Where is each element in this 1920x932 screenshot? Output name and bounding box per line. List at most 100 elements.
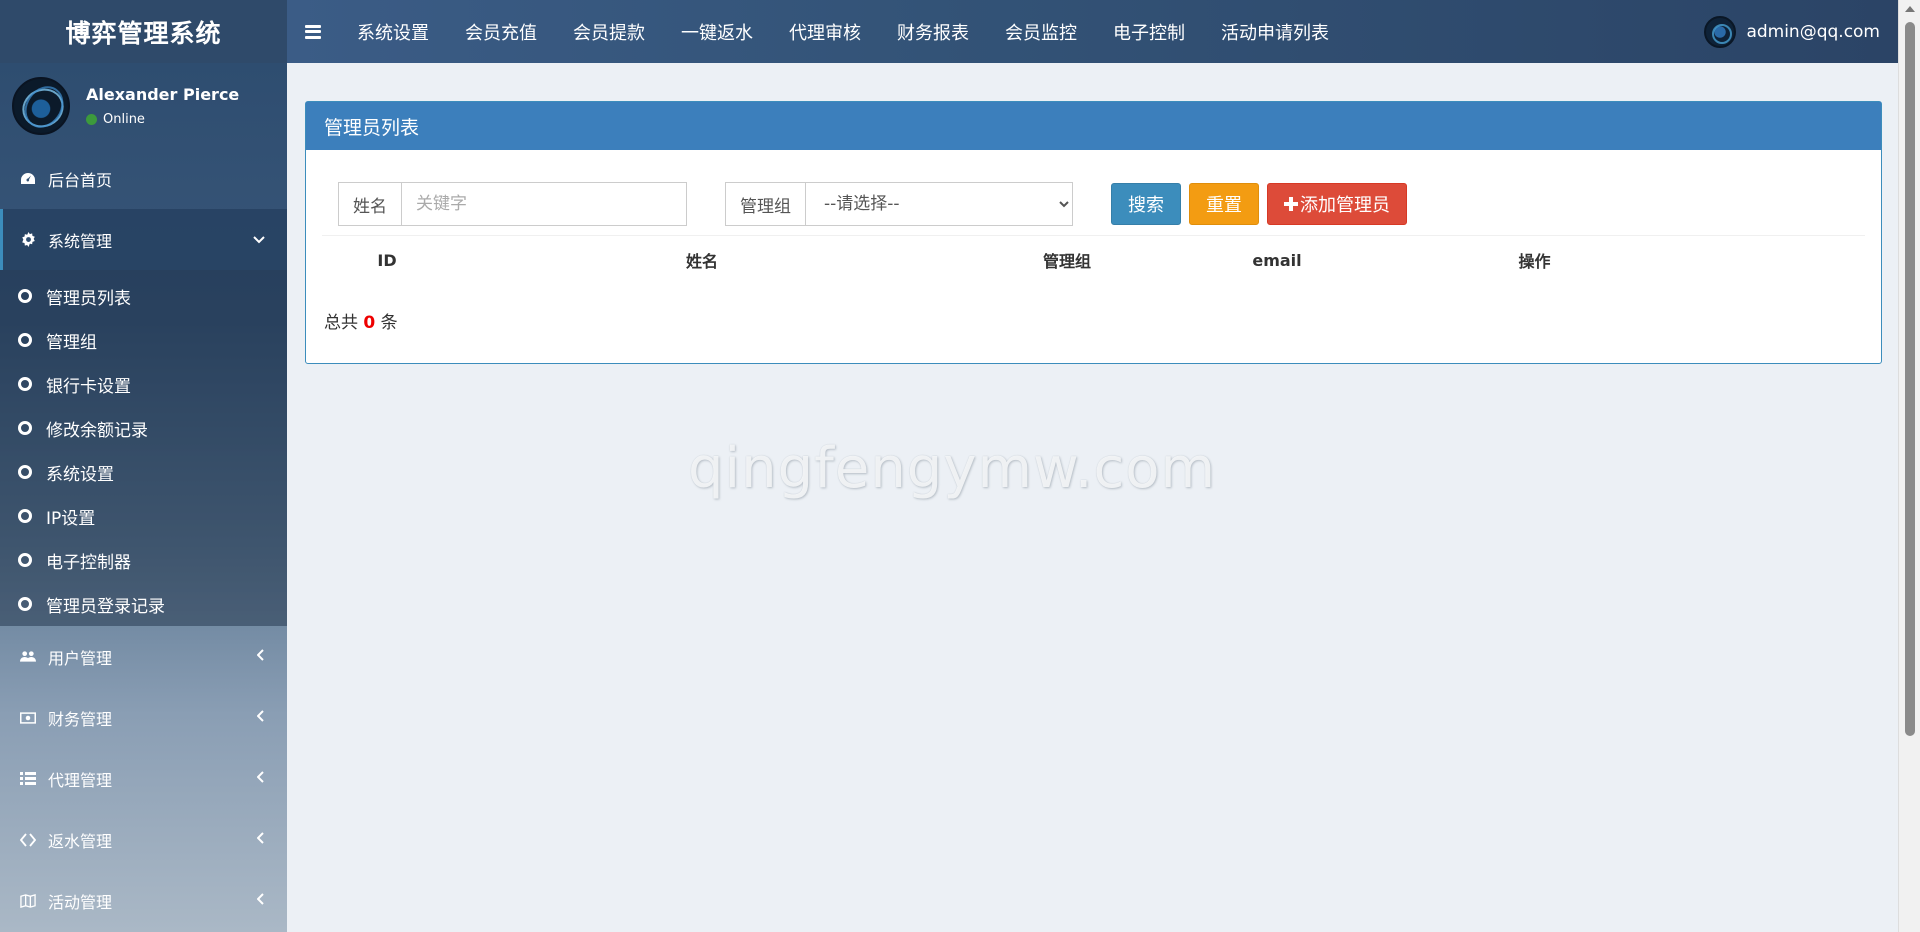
filter-row: 姓名 管理组 --请选择-- 搜索 重置 添加管理员	[338, 182, 1407, 226]
name-search-input[interactable]	[402, 183, 686, 225]
submenu-item-bank-card[interactable]: 银行卡设置	[0, 362, 287, 406]
top-navbar: 系统设置 会员充值 会员提款 一键返水 代理审核 财务报表 会员监控 电子控制 …	[287, 0, 1898, 63]
column-header-email[interactable]: email	[1182, 251, 1372, 270]
sidebar-item-agent-management[interactable]: 代理管理	[0, 748, 287, 809]
circle-icon	[18, 333, 32, 347]
nav-member-monitor[interactable]: 会员监控	[987, 0, 1095, 63]
nav-electronic-control[interactable]: 电子控制	[1095, 0, 1203, 63]
group-select[interactable]: --请选择--	[806, 183, 1072, 225]
sidebar-item-rebate-management[interactable]: 返水管理	[0, 809, 287, 870]
exchange-icon	[20, 832, 36, 848]
column-header-name[interactable]: 姓名	[452, 248, 952, 272]
sidebar-item-user-management[interactable]: 用户管理	[0, 626, 287, 687]
reset-button[interactable]: 重置	[1189, 183, 1259, 225]
user-avatar-small	[1704, 15, 1737, 48]
search-button[interactable]: 搜索	[1111, 183, 1181, 225]
user-name: Alexander Pierce	[86, 84, 240, 104]
sidebar-item-label: 返水管理	[48, 831, 113, 851]
circle-icon	[18, 421, 32, 435]
scroll-up-arrow-icon[interactable]	[1905, 6, 1915, 12]
user-panel: Alexander Pierce Online	[0, 63, 287, 148]
column-header-id[interactable]: ID	[322, 251, 452, 270]
submenu-item-ip-settings[interactable]: IP设置	[0, 494, 287, 538]
submenu-label: IP设置	[46, 508, 96, 529]
circle-icon	[18, 509, 32, 523]
sidebar: Alexander Pierce Online 后台首页 系统管理 管理员列表 …	[0, 63, 287, 932]
submenu-label: 系统设置	[46, 464, 114, 485]
gear-icon	[20, 232, 36, 248]
chevron-left-icon	[256, 831, 265, 848]
money-icon	[20, 710, 36, 726]
app-logo-title[interactable]: 博弈管理系统	[0, 0, 287, 63]
add-admin-button[interactable]: 添加管理员	[1267, 183, 1407, 225]
sidebar-item-label: 代理管理	[48, 770, 113, 790]
sidebar-item-label: 系统管理	[48, 231, 113, 251]
system-submenu: 管理员列表 管理组 银行卡设置 修改余额记录 系统设置 IP设置 电子控制器 管…	[0, 270, 287, 626]
status-text: Online	[103, 111, 145, 127]
watermark: qingfengymw.com	[688, 436, 1217, 501]
map-icon	[20, 893, 36, 909]
user-status: Online	[86, 112, 239, 127]
add-admin-label: 添加管理员	[1300, 195, 1390, 216]
submenu-item-system-settings[interactable]: 系统设置	[0, 450, 287, 494]
page-scrollbar[interactable]	[1898, 0, 1920, 932]
group-filter-group: 管理组 --请选择--	[725, 182, 1073, 226]
submenu-item-admin-list[interactable]: 管理员列表	[0, 274, 287, 318]
hamburger-icon	[305, 24, 321, 39]
total-count: 总共 0 条	[324, 308, 398, 333]
submenu-item-electronic-controller[interactable]: 电子控制器	[0, 538, 287, 582]
sidebar-item-finance-management[interactable]: 财务管理	[0, 687, 287, 748]
chevron-left-icon	[256, 892, 265, 909]
chevron-left-icon	[256, 709, 265, 726]
nav-agent-review[interactable]: 代理审核	[771, 0, 879, 63]
panel-title: 管理员列表	[306, 102, 1881, 150]
submenu-label: 管理员列表	[46, 288, 131, 309]
nav-member-recharge[interactable]: 会员充值	[447, 0, 555, 63]
chevron-left-icon	[256, 648, 265, 665]
user-menu[interactable]: admin@qq.com	[1704, 0, 1898, 63]
nav-one-click-rebate[interactable]: 一键返水	[663, 0, 771, 63]
scrollbar-thumb[interactable]	[1905, 22, 1915, 736]
nav-member-withdraw[interactable]: 会员提款	[555, 0, 663, 63]
circle-icon	[18, 597, 32, 611]
divider	[322, 235, 1865, 236]
sidebar-item-home[interactable]: 后台首页	[0, 148, 287, 209]
circle-icon	[18, 289, 32, 303]
group-filter-label: 管理组	[726, 183, 806, 225]
circle-icon	[18, 465, 32, 479]
name-filter-label: 姓名	[339, 183, 402, 225]
nav-system-settings[interactable]: 系统设置	[339, 0, 447, 63]
submenu-item-admin-group[interactable]: 管理组	[0, 318, 287, 362]
nav-activity-applications[interactable]: 活动申请列表	[1203, 0, 1347, 63]
table-header: ID 姓名 管理组 email 操作	[322, 240, 1865, 280]
total-count-value: 0	[363, 313, 376, 333]
sidebar-toggle-button[interactable]	[287, 0, 339, 63]
submenu-label: 修改余额记录	[46, 420, 148, 441]
sidebar-item-system-management[interactable]: 系统管理	[0, 209, 287, 270]
online-dot-icon	[86, 113, 97, 125]
list-icon	[20, 771, 36, 787]
sidebar-item-label: 活动管理	[48, 892, 113, 912]
sidebar-item-label: 后台首页	[48, 170, 113, 190]
total-suffix: 条	[380, 313, 398, 333]
submenu-label: 管理组	[46, 332, 97, 353]
submenu-label: 电子控制器	[46, 552, 131, 573]
sidebar-item-label: 财务管理	[48, 709, 113, 729]
dashboard-icon	[20, 171, 36, 187]
sidebar-item-label: 用户管理	[48, 648, 113, 668]
plus-icon	[1284, 197, 1298, 211]
chevron-down-icon	[253, 232, 265, 248]
submenu-label: 银行卡设置	[46, 376, 131, 397]
total-prefix: 总共	[324, 313, 358, 333]
circle-icon	[18, 377, 32, 391]
circle-icon	[18, 553, 32, 567]
sidebar-item-activity-management[interactable]: 活动管理	[0, 870, 287, 931]
submenu-item-admin-login-log[interactable]: 管理员登录记录	[0, 582, 287, 626]
avatar	[12, 76, 70, 135]
chevron-left-icon	[256, 770, 265, 787]
submenu-item-balance-log[interactable]: 修改余额记录	[0, 406, 287, 450]
admin-list-panel: 管理员列表 姓名 管理组 --请选择-- 搜索 重置 添加管理员 ID 姓名	[305, 101, 1882, 364]
column-header-actions[interactable]: 操作	[1372, 248, 1697, 272]
nav-finance-report[interactable]: 财务报表	[879, 0, 987, 63]
column-header-group[interactable]: 管理组	[952, 248, 1182, 272]
